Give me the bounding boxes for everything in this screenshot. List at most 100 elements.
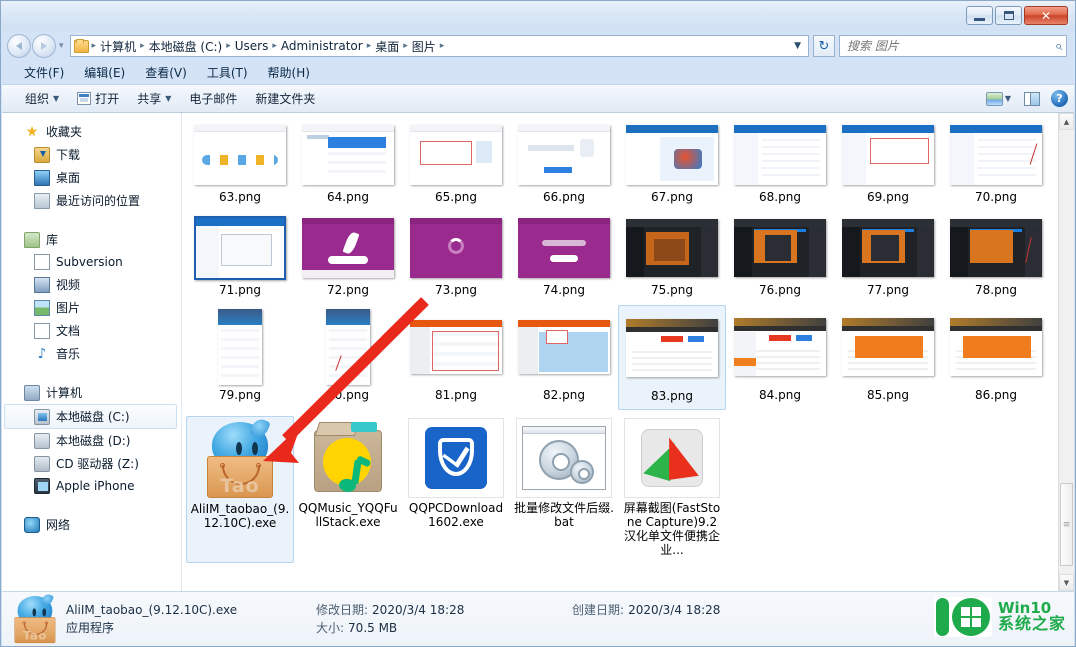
sidebar-item-subversion[interactable]: Subversion (2, 251, 181, 273)
file-item[interactable]: 73.png (402, 212, 510, 303)
file-item[interactable]: 66.png (510, 119, 618, 210)
file-item[interactable]: QQPCDownload1602.exe (402, 416, 510, 563)
menu-help[interactable]: 帮助(H) (258, 62, 320, 83)
breadcrumb-3[interactable]: Administrator (278, 39, 366, 53)
file-item[interactable]: 76.png (726, 212, 834, 303)
menu-tools[interactable]: 工具(T) (197, 62, 258, 83)
sidebar-item-pictures[interactable]: 图片 (2, 296, 181, 319)
search-box[interactable]: ⌕ (839, 35, 1067, 57)
file-item[interactable]: 81.png (402, 305, 510, 410)
search-input[interactable] (847, 39, 1055, 53)
breadcrumb-separator-6[interactable]: ▸ (439, 41, 446, 51)
organize-button[interactable]: 组织 ▼ (16, 87, 68, 110)
close-button[interactable]: ✕ (1024, 6, 1068, 25)
sidebar-item-apple-iphone[interactable]: Apple iPhone (2, 475, 181, 497)
vertical-scrollbar[interactable]: ▲ ▼ (1058, 113, 1074, 591)
refresh-button[interactable]: ↻ (813, 35, 835, 57)
thumbnail (516, 418, 612, 498)
sidebar-item-recent-places[interactable]: 最近访问的位置 (2, 189, 181, 212)
file-item[interactable]: 屏幕截图(FastStone Capture)9.2汉化单文件便携企业... (618, 416, 726, 563)
thumbnail-image (518, 320, 610, 374)
file-item[interactable]: 83.png (618, 305, 726, 410)
sidebar-item-documents[interactable]: 文档 (2, 319, 181, 342)
open-button[interactable]: 打开 (68, 87, 128, 110)
file-item[interactable]: 65.png (402, 119, 510, 210)
file-list-pane[interactable]: 63.png 64.png (182, 113, 1074, 591)
scroll-down-button[interactable]: ▼ (1059, 574, 1074, 591)
file-item[interactable]: 71.png (186, 212, 294, 303)
help-icon[interactable]: ? (1051, 90, 1068, 107)
file-item[interactable]: 82.png (510, 305, 618, 410)
file-name: 66.png (543, 191, 585, 204)
change-view-icon[interactable] (986, 92, 1003, 106)
sidebar-head-favorites[interactable]: ★ 收藏夹 (2, 120, 181, 143)
open-label: 打开 (95, 90, 119, 107)
file-item[interactable]: 77.png (834, 212, 942, 303)
file-item[interactable]: 79.png (186, 305, 294, 410)
sidebar-head-libraries[interactable]: 库 (2, 228, 181, 251)
file-item[interactable]: 85.png (834, 305, 942, 410)
file-item[interactable]: 批量修改文件后缀.bat (510, 416, 618, 563)
sidebar-item-cd-drive-z[interactable]: CD 驱动器 (Z:) (2, 452, 181, 475)
share-button[interactable]: 共享 ▼ (128, 87, 180, 110)
file-item[interactable]: 74.png (510, 212, 618, 303)
sidebar-item-music[interactable]: ♪ 音乐 (2, 342, 181, 365)
file-name: 65.png (435, 191, 477, 204)
sidebar-item-desktop[interactable]: 桌面 (2, 166, 181, 189)
navigation-pane[interactable]: ★ 收藏夹 下载 桌面 最近访问的位置 (2, 113, 182, 591)
file-item[interactable]: 69.png (834, 119, 942, 210)
sidebar-head-network[interactable]: 网络 (2, 513, 181, 536)
preview-pane-icon[interactable] (1024, 92, 1040, 106)
file-item[interactable]: 75.png (618, 212, 726, 303)
file-name: 82.png (543, 389, 585, 402)
sidebar-head-computer[interactable]: 计算机 (2, 381, 181, 404)
thumbnail-image (518, 218, 610, 278)
file-item[interactable]: 67.png (618, 119, 726, 210)
breadcrumb-2[interactable]: Users (232, 39, 272, 53)
recent-pages-caret-icon[interactable]: ▾ (57, 41, 66, 51)
file-item[interactable]: 80.png (294, 305, 402, 410)
file-item[interactable]: 64.png (294, 119, 402, 210)
file-item[interactable]: AliIM_taobao_(9.12.10C).exe (186, 416, 294, 563)
sidebar-item-downloads[interactable]: 下载 (2, 143, 181, 166)
menu-view[interactable]: 查看(V) (135, 62, 197, 83)
sidebar-item-videos[interactable]: 视频 (2, 273, 181, 296)
file-item[interactable]: 72.png (294, 212, 402, 303)
breadcrumb-1[interactable]: 本地磁盘 (C:) (146, 38, 226, 55)
chevron-down-icon[interactable]: ▼ (1005, 94, 1011, 103)
file-item[interactable]: 84.png (726, 305, 834, 410)
back-button[interactable] (7, 34, 31, 58)
breadcrumb-5[interactable]: 图片 (409, 38, 439, 55)
win10-logo-icon (934, 597, 992, 637)
title-bar: ✕ (1, 1, 1075, 31)
minimize-button[interactable] (966, 6, 993, 25)
chevron-down-icon[interactable]: ▼ (789, 41, 806, 51)
thumbnail (408, 123, 504, 187)
sidebar-item-local-disk-d[interactable]: 本地磁盘 (D:) (2, 429, 181, 452)
email-button[interactable]: 电子邮件 (180, 87, 246, 110)
hdd-windows-icon (34, 409, 50, 425)
file-item[interactable]: QQMusic_YQQFullStack.exe (294, 416, 402, 563)
file-item[interactable]: 68.png (726, 119, 834, 210)
file-item[interactable]: 78.png (942, 212, 1050, 303)
maximize-button[interactable] (995, 6, 1022, 25)
sidebar-item-local-disk-c[interactable]: 本地磁盘 (C:) (4, 404, 177, 429)
new-folder-button[interactable]: 新建文件夹 (246, 87, 324, 110)
search-icon[interactable]: ⌕ (1055, 39, 1062, 54)
address-bar[interactable]: ▸ 计算机 ▸ 本地磁盘 (C:) ▸ Users ▸ Administrato… (70, 35, 809, 57)
thumbnail (732, 123, 828, 187)
file-item[interactable]: 70.png (942, 119, 1050, 210)
thumbnail (948, 123, 1044, 187)
file-name: 84.png (759, 389, 801, 402)
sidebar-group-computer: 计算机 本地磁盘 (C:) 本地磁盘 (D:) CD 驱动器 (Z:) Appl… (2, 381, 181, 497)
scrollbar-thumb[interactable] (1060, 483, 1073, 566)
menu-file[interactable]: 文件(F) (14, 62, 74, 83)
breadcrumb-0[interactable]: 计算机 (97, 38, 139, 55)
details-modified-label: 修改日期: (316, 601, 368, 619)
forward-button[interactable] (32, 34, 56, 58)
scroll-up-button[interactable]: ▲ (1059, 113, 1074, 130)
file-item[interactable]: 63.png (186, 119, 294, 210)
breadcrumb-4[interactable]: 桌面 (372, 38, 402, 55)
menu-edit[interactable]: 编辑(E) (74, 62, 135, 83)
file-item[interactable]: 86.png (942, 305, 1050, 410)
